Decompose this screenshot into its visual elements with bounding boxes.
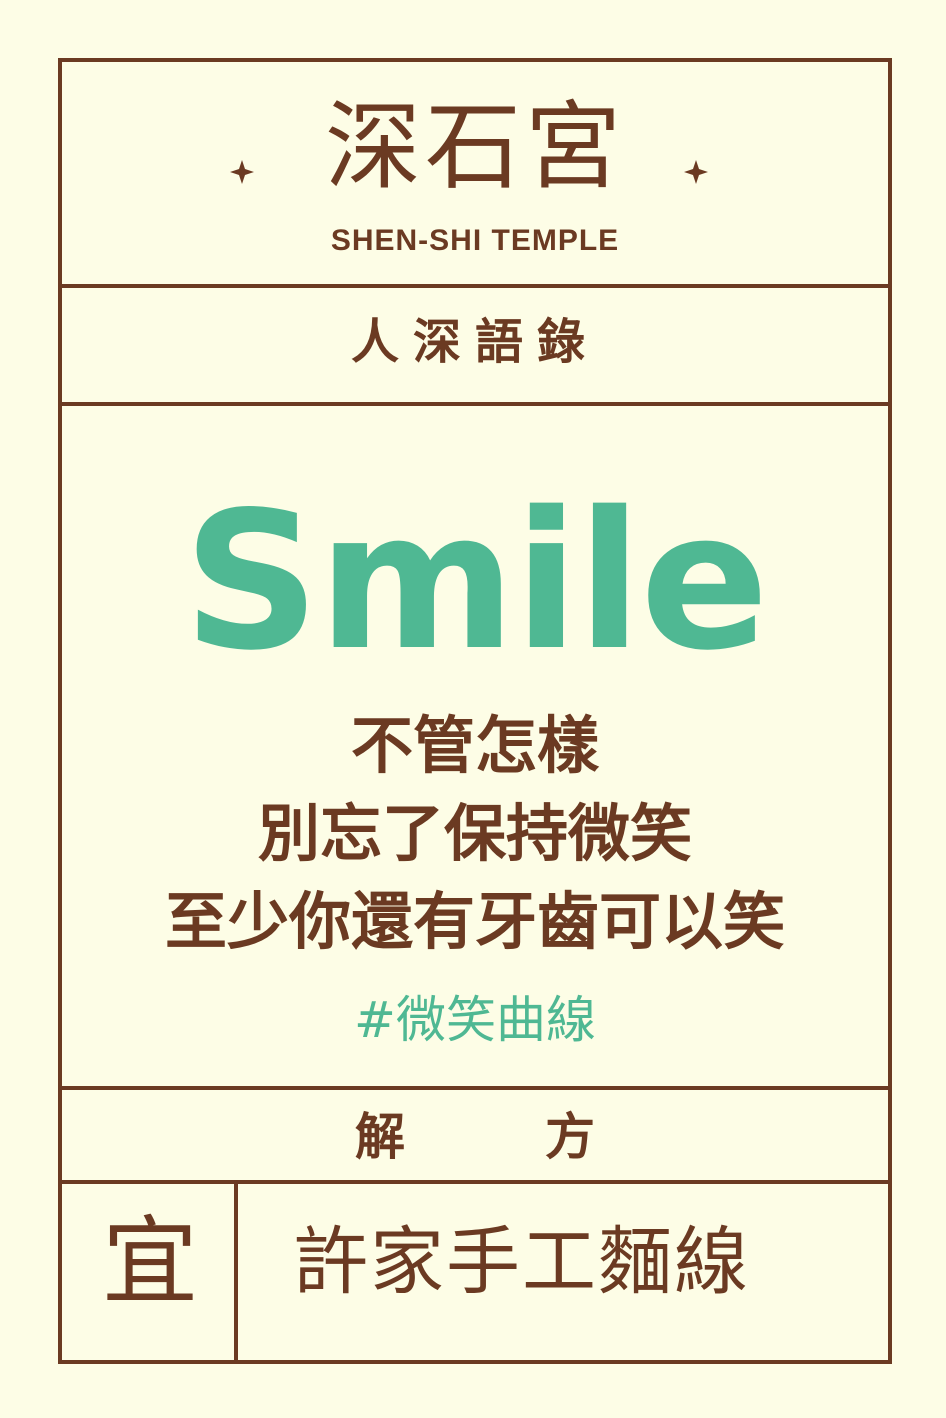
remedy-text: 許家手工麵線	[294, 1219, 750, 1305]
divider-section-title	[62, 402, 888, 406]
card-frame: 深石宮 SHEN-SHI TEMPLE 人深語錄 Smile 不管怎樣 別忘了保…	[58, 58, 892, 1364]
temple-name: 深石宮	[325, 91, 625, 203]
hashtag: #微笑曲線	[354, 991, 596, 1049]
solution-label-right: 方	[545, 1108, 595, 1166]
temple-name-en: SHEN-SHI TEMPLE	[330, 224, 620, 257]
divider-main	[62, 1086, 888, 1090]
divider-solution	[62, 1180, 888, 1184]
solution-label: 解方	[62, 1107, 888, 1167]
section-title: 人深語錄	[350, 314, 599, 370]
solution-label-left: 解	[355, 1108, 405, 1166]
quote-line-2: 別忘了保持微笑	[257, 797, 692, 870]
divider-header	[62, 284, 888, 288]
quote-line-1: 不管怎樣	[350, 709, 599, 782]
quote-line-3: 至少你還有牙齒可以笑	[164, 885, 785, 958]
yi-label: 宜	[102, 1206, 198, 1318]
headline-smile: Smile	[183, 471, 769, 692]
